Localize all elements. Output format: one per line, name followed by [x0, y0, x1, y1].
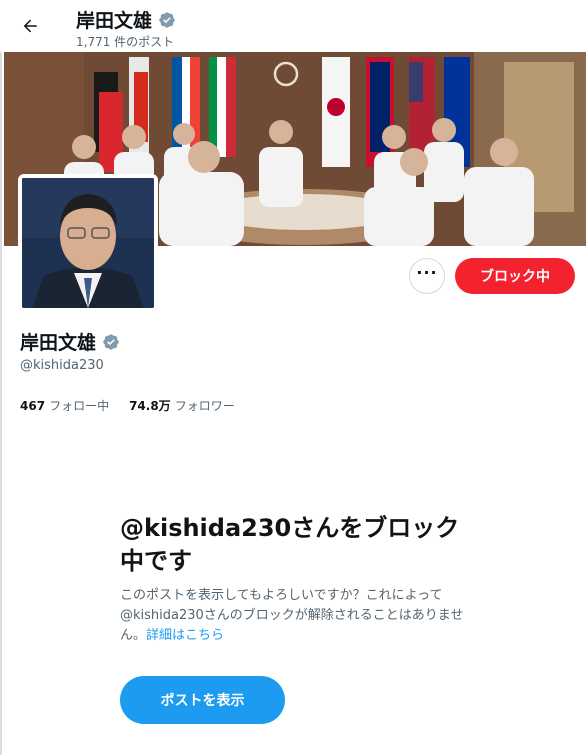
post-count: 1,771 件のポスト — [76, 35, 175, 49]
verified-badge-icon — [159, 11, 175, 28]
profile-avatar[interactable] — [18, 174, 158, 312]
follow-stats: 467 フォロー中 74.8万 フォロワー — [20, 397, 235, 414]
followers-link[interactable]: 74.8万 フォロワー — [129, 397, 235, 414]
profile-handle: @kishida230 — [20, 358, 104, 373]
learn-more-link[interactable]: 詳細はこちら — [146, 628, 224, 643]
following-count: 467 — [20, 399, 46, 413]
back-button[interactable] — [14, 10, 46, 42]
avatar-photo — [22, 178, 154, 308]
following-link[interactable]: 467 フォロー中 — [20, 397, 109, 414]
profile-name-text: 岸田文雄 — [20, 332, 97, 354]
following-label: フォロー中 — [49, 399, 110, 413]
show-posts-button[interactable]: ポストを表示 — [120, 676, 285, 724]
header-name-text: 岸田文雄 — [76, 10, 153, 32]
more-options-label: ··· — [416, 263, 438, 282]
header-title: 岸田文雄 — [76, 6, 176, 33]
followers-label: フォロワー — [174, 399, 235, 413]
profile-name: 岸田文雄 — [20, 328, 120, 355]
blocked-description: このポストを表示してもよろしいですか？これによって@kishida230さんのブ… — [120, 586, 480, 646]
left-border — [0, 0, 2, 755]
blocked-button[interactable]: ブロック中 — [455, 258, 575, 294]
show-posts-label: ポストを表示 — [160, 693, 245, 709]
blocked-title: @kishida230さんをブロック中です — [120, 514, 460, 575]
verified-badge-icon — [103, 333, 119, 350]
followers-count: 74.8万 — [129, 399, 171, 413]
profile-header: 岸田文雄 1,771 件のポスト — [0, 0, 586, 52]
blocked-button-label: ブロック中 — [480, 269, 550, 285]
arrow-left-icon — [23, 19, 37, 33]
more-options-button[interactable]: ··· — [409, 258, 445, 294]
